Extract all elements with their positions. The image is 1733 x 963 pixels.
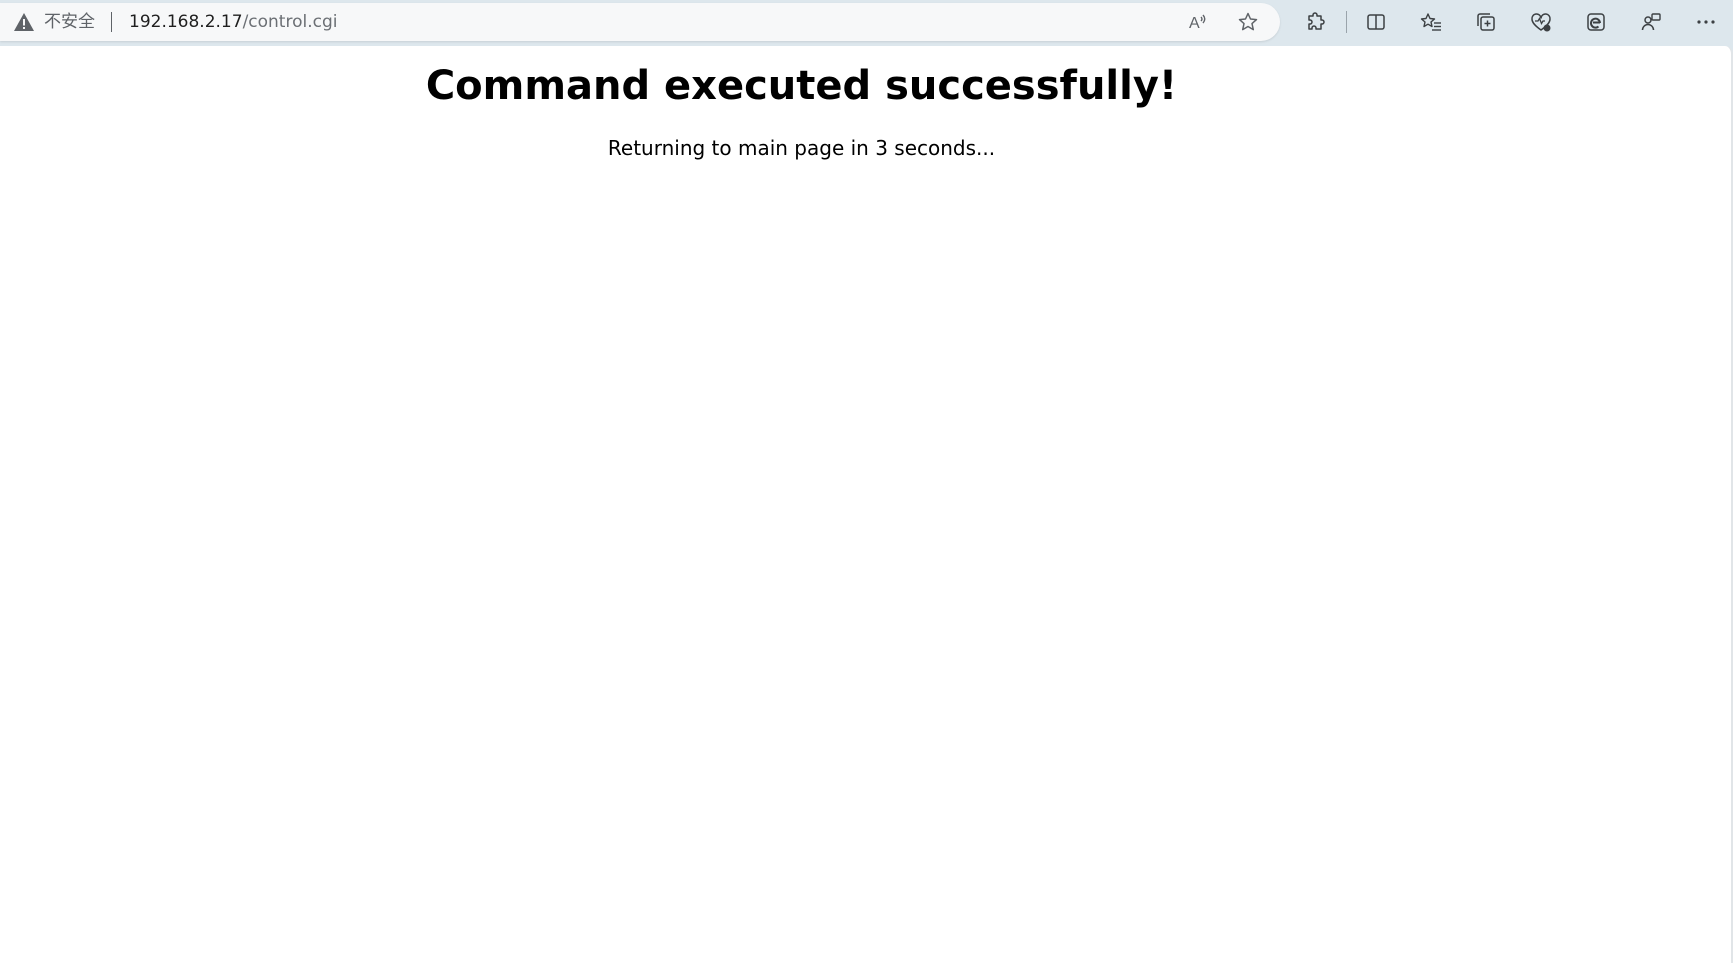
browser-window: 不安全 192.168.2.17/control.cgi A Command e…: [0, 0, 1733, 963]
favorites-icon[interactable]: [1413, 4, 1449, 40]
more-menu-icon[interactable]: [1688, 4, 1724, 40]
security-label[interactable]: 不安全: [44, 12, 95, 32]
warning-icon[interactable]: [13, 12, 35, 32]
profile-sync-icon[interactable]: [1633, 4, 1669, 40]
browser-essentials-icon[interactable]: [1523, 4, 1559, 40]
browser-toolbar: 不安全 192.168.2.17/control.cgi A: [0, 0, 1733, 46]
extensions-icon[interactable]: [1298, 4, 1334, 40]
svg-text:A: A: [1189, 15, 1200, 32]
collections-icon[interactable]: [1468, 4, 1504, 40]
address-divider: [111, 12, 112, 32]
redirect-message: Returning to main page in 3 seconds...: [607, 136, 996, 160]
page-content: Command executed successfully! Returning…: [0, 46, 1733, 963]
read-aloud-icon[interactable]: A: [1180, 4, 1216, 40]
url-path: /control.cgi: [242, 12, 338, 32]
edge-copilot-icon[interactable]: [1578, 4, 1614, 40]
page-title: Command executed successfully!: [425, 63, 1178, 109]
favorite-star-icon[interactable]: [1230, 4, 1266, 40]
split-screen-icon[interactable]: [1358, 4, 1394, 40]
url-text[interactable]: 192.168.2.17/control.cgi: [129, 12, 337, 32]
toolbar-divider: [1346, 11, 1347, 33]
address-bar[interactable]: 不安全 192.168.2.17/control.cgi A: [0, 3, 1280, 41]
url-host: 192.168.2.17: [129, 12, 243, 32]
